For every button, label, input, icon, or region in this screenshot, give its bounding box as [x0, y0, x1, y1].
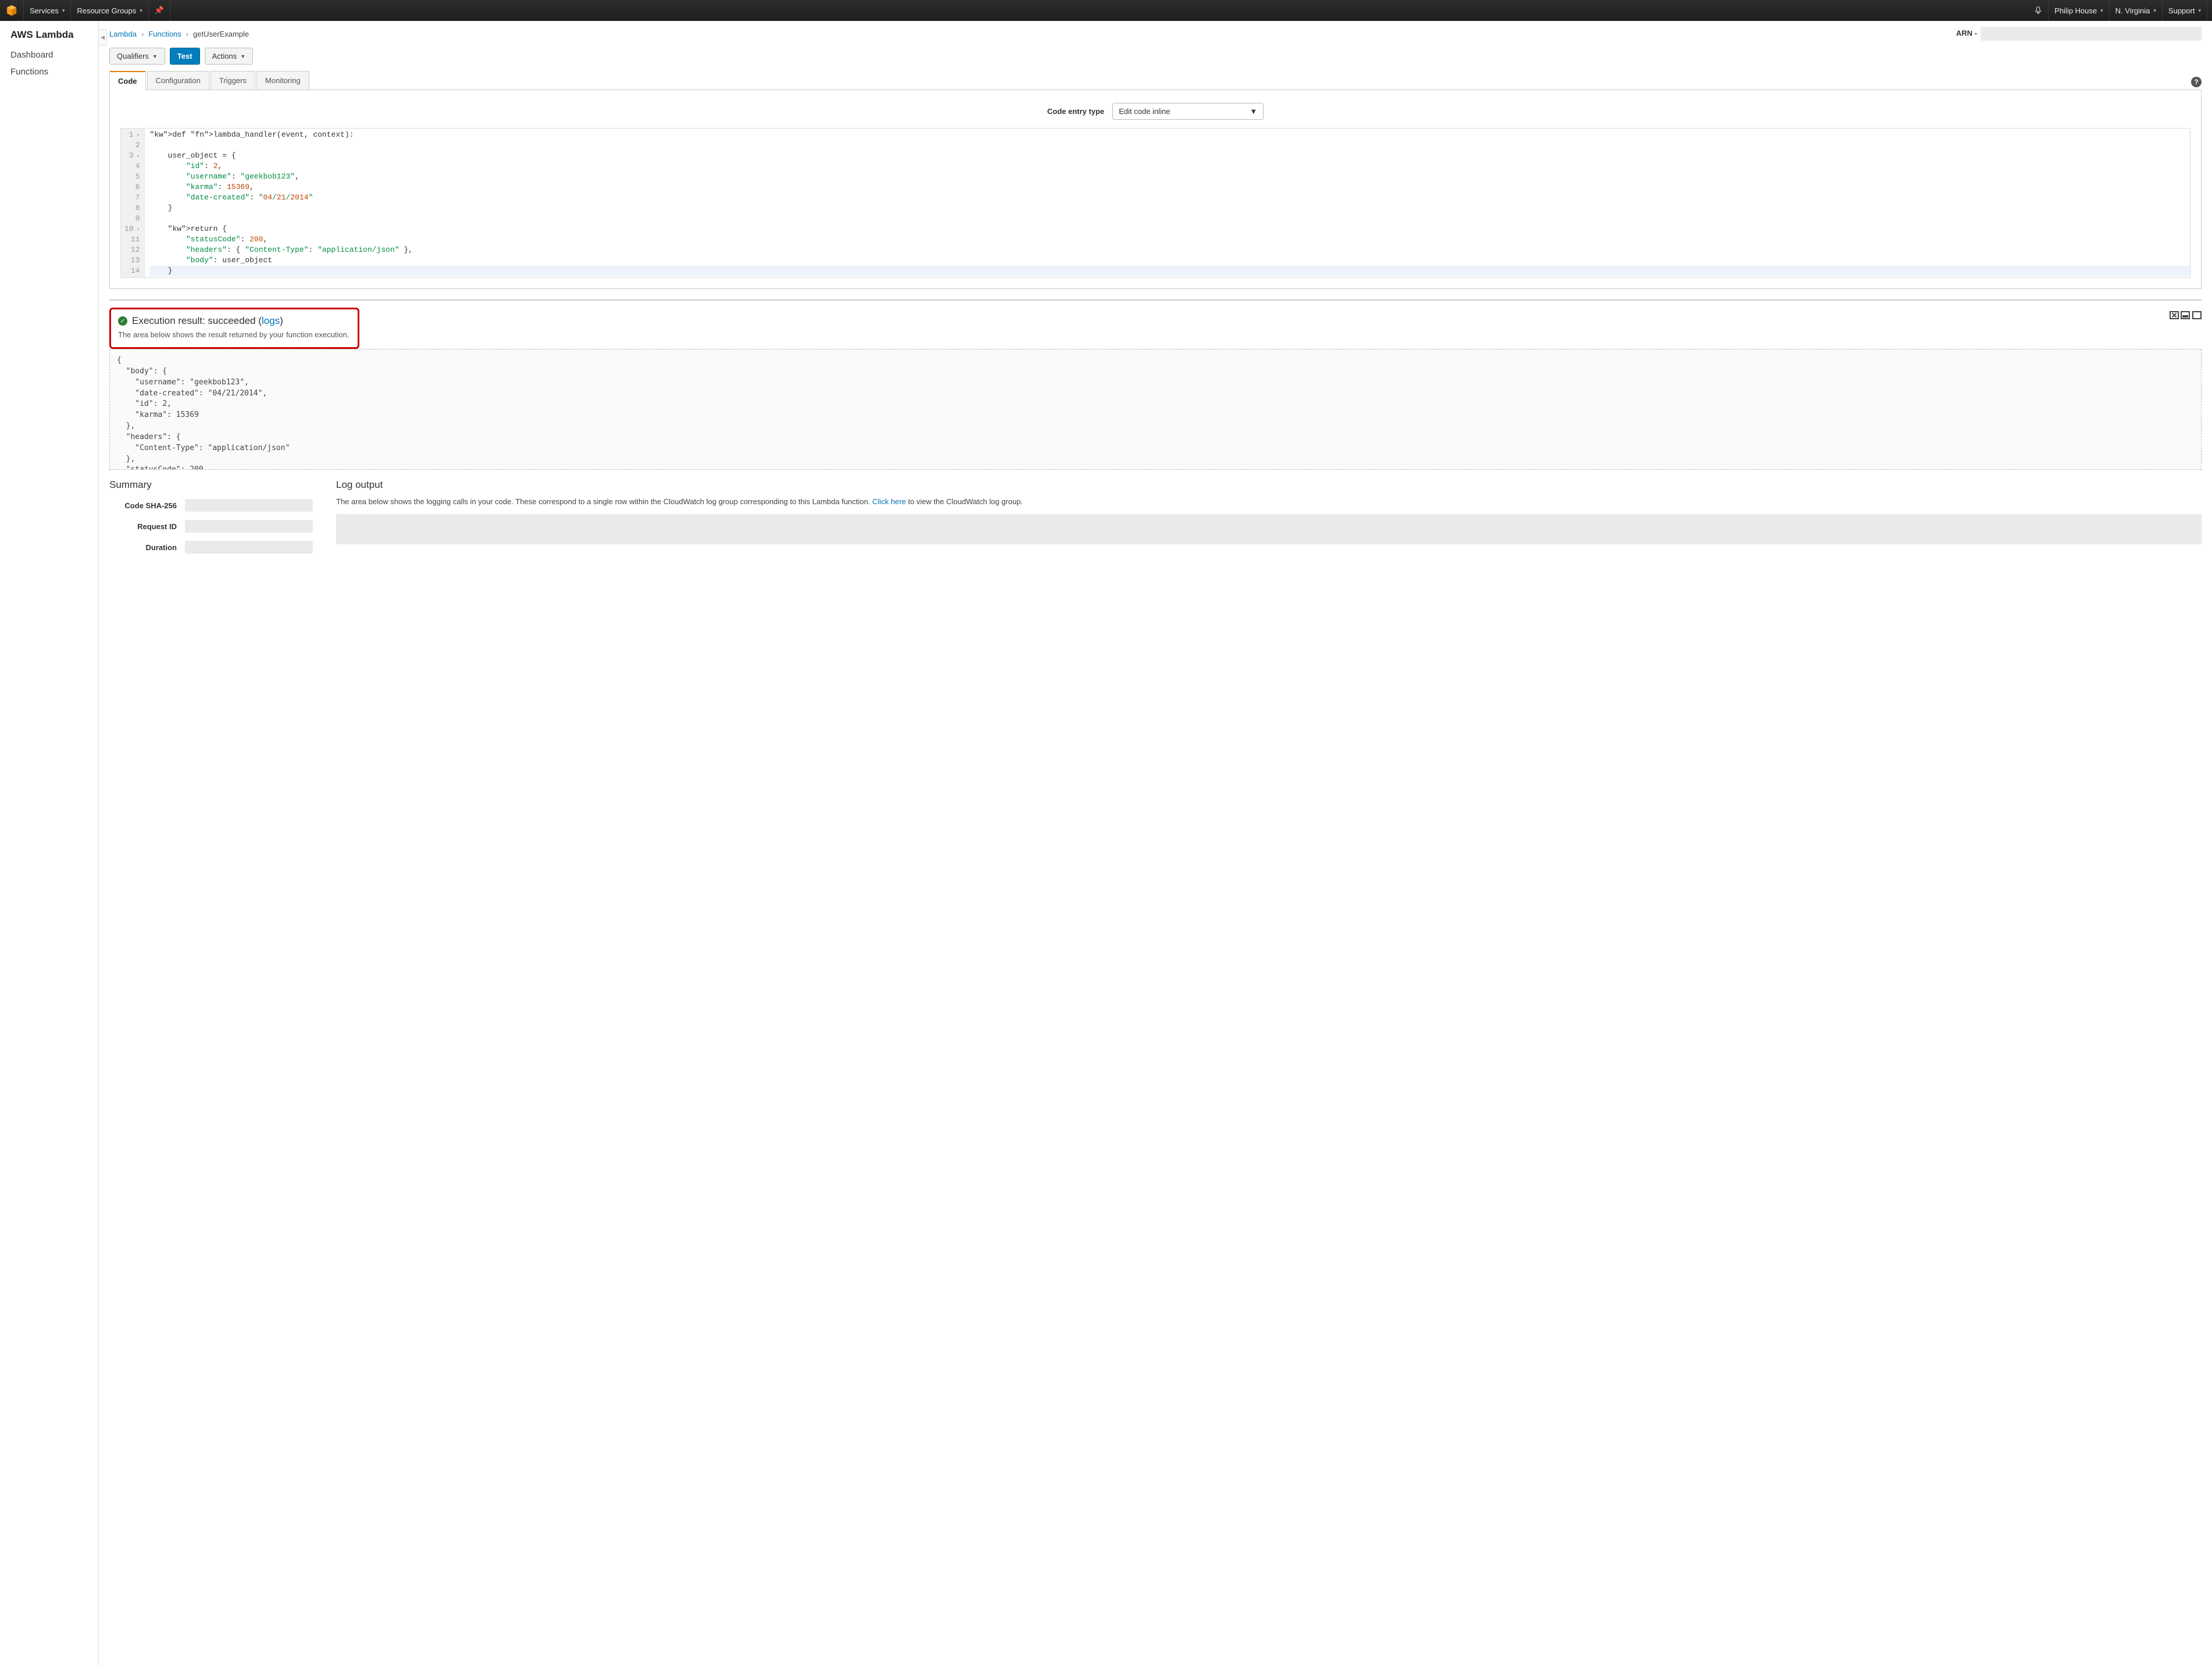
global-nav: Services▾ Resource Groups▾ 📌 Philip Hous… [0, 0, 2212, 21]
nav-support[interactable]: Support▾ [2163, 0, 2207, 21]
log-description: The area below shows the logging calls i… [336, 497, 2202, 507]
execution-result-highlight: ✓ Execution result: succeeded (logs) The… [109, 308, 359, 349]
tab-configuration[interactable]: Configuration [147, 71, 209, 90]
code-entry-select[interactable]: Edit code inline ▼ [1112, 103, 1264, 120]
success-icon: ✓ [118, 316, 127, 326]
chevron-down-icon: ▾ [2153, 8, 2156, 14]
code-editor[interactable]: 123 4567 8910 11121314 "kw">def "fn">lam… [120, 128, 2190, 278]
tabs: Code Configuration Triggers Monitoring ? [109, 70, 2202, 90]
breadcrumb-functions[interactable]: Functions [148, 30, 181, 38]
result-maximize-icon[interactable] [2192, 311, 2202, 319]
bell-icon [2034, 6, 2042, 15]
code-panel: Code entry type Edit code inline ▼ 123 4… [109, 90, 2202, 289]
log-title: Log output [336, 479, 2202, 491]
chevron-down-icon: ▼ [240, 53, 245, 59]
summary-duration-value [185, 541, 313, 554]
breadcrumb-root[interactable]: Lambda [109, 30, 137, 38]
summary-sha-label: Code SHA-256 [109, 501, 185, 510]
cloudwatch-link[interactable]: Click here [872, 497, 906, 506]
chevron-down-icon: ▾ [2100, 8, 2103, 14]
log-output-box[interactable] [336, 514, 2202, 544]
arn-label: ARN - [1956, 27, 2202, 41]
chevron-down-icon: ▾ [140, 8, 142, 14]
qualifiers-button[interactable]: Qualifiers▼ [109, 48, 165, 65]
nav-services[interactable]: Services▾ [23, 0, 71, 21]
chevron-down-icon: ▾ [2198, 8, 2201, 14]
summary-title: Summary [109, 479, 319, 491]
code-entry-label: Code entry type [1047, 107, 1104, 116]
summary-sha-value [185, 499, 313, 512]
sidebar-item-functions[interactable]: Functions [10, 63, 98, 80]
help-icon[interactable]: ? [2191, 77, 2202, 87]
tab-monitoring[interactable]: Monitoring [256, 71, 309, 90]
nav-resource-groups[interactable]: Resource Groups▾ [71, 0, 148, 21]
editor-gutter: 123 4567 8910 11121314 [121, 129, 145, 277]
nav-region[interactable]: N. Virginia▾ [2110, 0, 2163, 21]
tab-triggers[interactable]: Triggers [211, 71, 255, 90]
test-button[interactable]: Test [170, 48, 200, 65]
service-title: AWS Lambda [10, 29, 98, 41]
result-heading: ✓ Execution result: succeeded (logs) [118, 315, 351, 327]
chevron-down-icon: ▾ [62, 8, 65, 14]
actions-button[interactable]: Actions▼ [205, 48, 254, 65]
editor-content[interactable]: "kw">def "fn">lambda_handler(event, cont… [145, 129, 2190, 277]
summary-requestid-value [185, 520, 313, 533]
breadcrumb: Lambda › Functions › getUserExample ARN … [109, 27, 2202, 41]
chevron-down-icon: ▼ [1250, 107, 1257, 116]
pin-icon: 📌 [155, 6, 164, 15]
summary-duration-label: Duration [109, 543, 185, 552]
chevron-down-icon: ▼ [152, 53, 158, 59]
arn-value[interactable] [1981, 27, 2202, 41]
breadcrumb-current: getUserExample [193, 30, 249, 38]
sidebar: AWS Lambda Dashboard Functions [0, 21, 99, 1666]
nav-pin[interactable]: 📌 [149, 0, 170, 21]
nav-notifications[interactable] [2028, 0, 2049, 21]
summary-requestid-label: Request ID [109, 522, 185, 531]
sidebar-item-dashboard[interactable]: Dashboard [10, 47, 98, 63]
result-minimize-icon[interactable] [2181, 311, 2190, 319]
result-subtext: The area below shows the result returned… [118, 330, 351, 339]
logs-link[interactable]: logs [262, 315, 280, 326]
result-output[interactable]: { "body": { "username": "geekbob123", "d… [109, 349, 2202, 470]
result-close-icon[interactable] [2170, 311, 2179, 319]
nav-user[interactable]: Philip House▾ [2049, 0, 2110, 21]
tab-code[interactable]: Code [109, 71, 146, 90]
aws-logo-icon[interactable] [6, 5, 17, 16]
